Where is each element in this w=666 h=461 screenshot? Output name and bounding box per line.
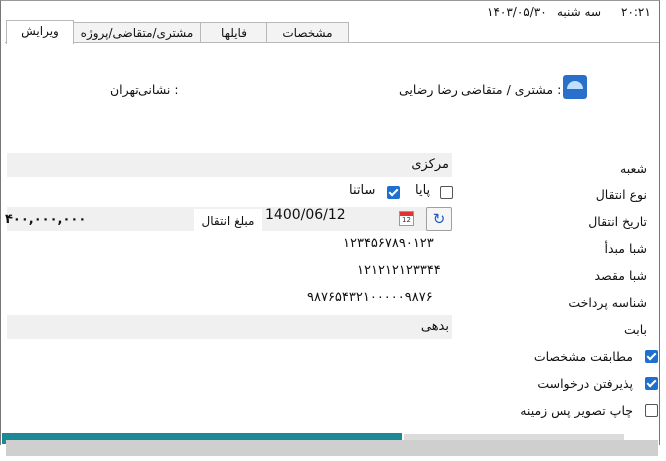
match-checkbox[interactable] [645, 350, 658, 363]
calendar-icon[interactable]: 12 [399, 211, 414, 226]
transfer-date-label: تاریخ انتقال [588, 214, 647, 229]
calendar-day: 12 [402, 216, 411, 224]
customer-value: رضا رضایی [399, 82, 458, 97]
address-label: نشانی : [138, 82, 179, 97]
paya-label: پایا [415, 183, 431, 198]
print-label: چاپ تصویر پس زمینه [520, 403, 633, 418]
window-frame: ۲۰:۲۱ سه شنبه ۱۴۰۳/۰۵/۳۰ ویرایش مشتری/مت… [0, 0, 660, 445]
tab-files[interactable]: فایلها [200, 22, 268, 43]
reason-label: بابت [623, 322, 647, 337]
satna-checkbox[interactable] [387, 186, 400, 199]
print-checkbox[interactable] [645, 404, 658, 417]
branch-label: شعبه [620, 161, 647, 176]
customer-label: مشتری / متقاضی : [461, 82, 562, 97]
reason-field[interactable]: بدهی [7, 315, 452, 339]
transfer-type-label: نوع انتقال [595, 187, 647, 202]
match-label: مطابقت مشخصات [533, 349, 633, 364]
date-text: ۱۴۰۳/۰۵/۳۰ [487, 5, 547, 19]
clock-text: ۲۰:۲۱ [621, 5, 651, 19]
window-shadow [6, 440, 658, 456]
paya-checkbox[interactable] [440, 186, 453, 199]
address-value: تهران [110, 82, 139, 97]
branch-field[interactable]: مرکزی [7, 153, 452, 177]
sheba-dest-value: ۱۲۱۲۱۲۱۲۳۳۴۴ [357, 263, 441, 278]
reason-value: بدهی [420, 319, 449, 334]
sheba-source-value: ۱۲۳۴۵۶۷۸۹۰۱۲۳ [343, 236, 434, 251]
tab-customer-project[interactable]: مشتری/متقاضی/پروژه [72, 22, 202, 43]
amount-label: مبلغ انتقال [194, 209, 262, 233]
branch-value: مرکزی [411, 157, 449, 172]
sheba-source-label: شبا مبدأ [604, 241, 647, 256]
refresh-icon[interactable]: ↻ [426, 207, 452, 231]
status-bar: ۲۰:۲۱ سه شنبه ۱۴۰۳/۰۵/۳۰ [1, 1, 659, 23]
tab-specs[interactable]: مشخصات [266, 22, 349, 43]
payment-id-label: شناسه پرداخت [568, 295, 647, 310]
accept-checkbox[interactable] [645, 377, 658, 390]
tab-edit[interactable]: ویرایش [6, 20, 74, 44]
amount-value: ۴۰۰,۰۰۰,۰۰۰ [5, 212, 87, 227]
sheba-dest-label: شبا مقصد [594, 268, 647, 283]
weekday-text: سه شنبه [557, 5, 602, 19]
payment-id-value: ۹۸۷۶۵۴۳۲۱۰۰۰۰۰۹۸۷۶ [307, 290, 433, 305]
accept-label: پذیرفتن درخواست [537, 376, 633, 391]
tab-divider [5, 42, 659, 43]
transfer-date-input[interactable]: 1400/06/12 [265, 207, 346, 223]
customer-icon [563, 75, 587, 99]
satna-label: ساتنا [349, 183, 376, 198]
